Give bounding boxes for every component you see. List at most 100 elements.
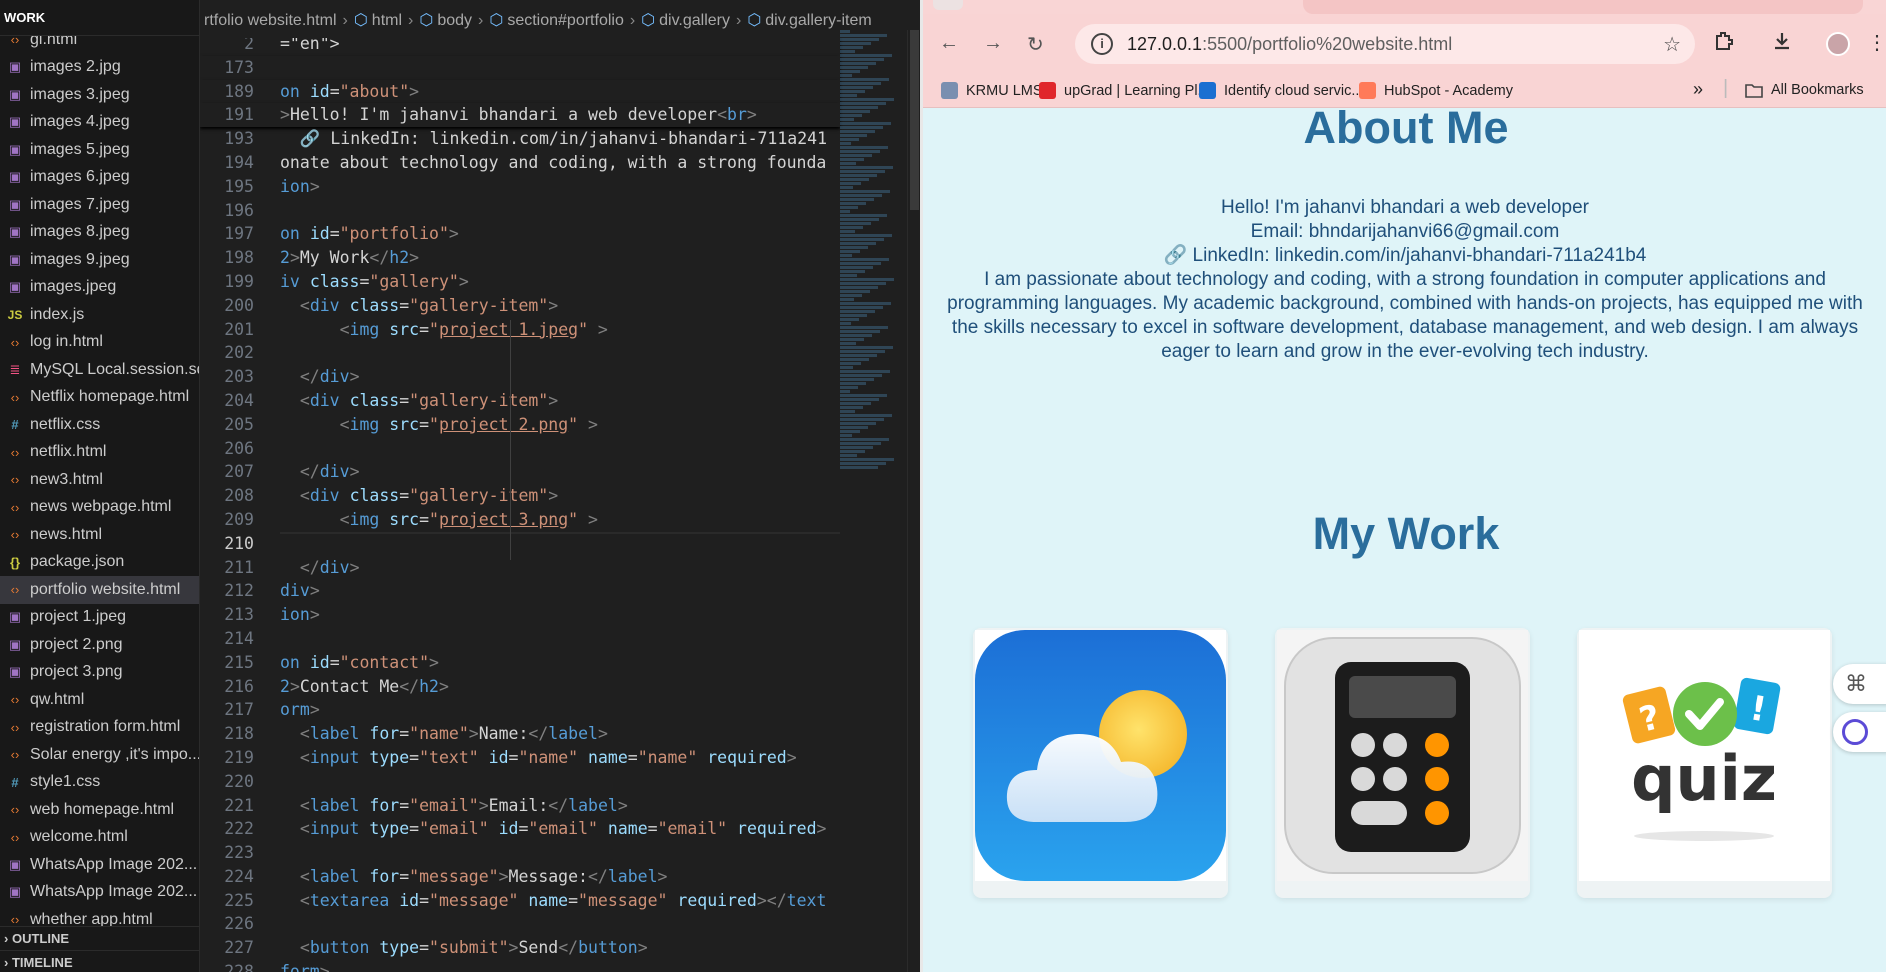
- menu-dots-icon[interactable]: ⋮: [1867, 30, 1886, 55]
- code-line[interactable]: 221 <label for="email">Email:</label>: [200, 794, 840, 818]
- file-item[interactable]: ▣ WhatsApp Image 202...: [0, 851, 199, 879]
- file-item[interactable]: ▣ project 1.jpeg: [0, 604, 199, 632]
- bookmark-item[interactable]: HubSpot - Academy: [1359, 82, 1513, 99]
- code-line[interactable]: 208 <div class="gallery-item">: [200, 484, 840, 508]
- code-line[interactable]: 224 <label for="message">Message:</label…: [200, 865, 840, 889]
- file-item[interactable]: ▣ images 6.jpeg: [0, 164, 199, 192]
- minimap[interactable]: [840, 30, 910, 500]
- all-bookmarks[interactable]: All Bookmarks: [1745, 82, 1864, 98]
- file-item[interactable]: ▣ images 8.jpeg: [0, 219, 199, 247]
- file-item[interactable]: ‹› qw.html: [0, 686, 199, 714]
- extensions-icon[interactable]: [1713, 30, 1735, 58]
- code-line[interactable]: 198 2>My Work</h2>: [200, 246, 840, 270]
- breadcrumb-item[interactable]: body: [437, 12, 472, 29]
- code-line[interactable]: 225 <textarea id="message" name="message…: [200, 889, 840, 913]
- download-icon[interactable]: [1771, 30, 1793, 58]
- code-line[interactable]: 191 >Hello! I'm jahanvi bhandari a web de…: [200, 103, 840, 128]
- code-line[interactable]: 202: [200, 341, 840, 365]
- breadcrumb-item[interactable]: div.gallery-item: [765, 12, 871, 29]
- code-line[interactable]: 173: [200, 55, 840, 80]
- file-item[interactable]: ‹› new3.html: [0, 466, 199, 494]
- bookmark-item[interactable]: Identify cloud servic...: [1199, 82, 1363, 99]
- file-item[interactable]: ▣ images 5.jpeg: [0, 136, 199, 164]
- back-arrow-icon[interactable]: ←: [939, 32, 959, 55]
- file-item[interactable]: ‹› news webpage.html: [0, 494, 199, 522]
- breadcrumb-item[interactable]: rtfolio website.html: [204, 12, 337, 29]
- file-item[interactable]: ‹› portfolio website.html: [0, 576, 199, 604]
- file-item[interactable]: ‹› log in.html: [0, 329, 199, 357]
- code-line[interactable]: 220: [200, 770, 840, 794]
- code-line[interactable]: 206: [200, 437, 840, 461]
- code-line[interactable]: 195 ion>: [200, 175, 840, 199]
- code-line[interactable]: 212 div>: [200, 579, 840, 603]
- explorer-header[interactable]: WORK: [0, 0, 199, 36]
- file-item[interactable]: ‹› Solar energy ,it's impo...: [0, 741, 199, 769]
- code-line[interactable]: 201 <img src="project 1.jpeg" >: [200, 318, 840, 342]
- more-bookmarks-icon[interactable]: »: [1693, 79, 1703, 100]
- code-line[interactable]: 196: [200, 199, 840, 223]
- file-item[interactable]: ‹› web homepage.html: [0, 796, 199, 824]
- file-item[interactable]: ▣ images.jpeg: [0, 274, 199, 302]
- file-item[interactable]: ▣ project 3.png: [0, 659, 199, 687]
- file-item[interactable]: ▣ images 7.jpeg: [0, 191, 199, 219]
- file-item[interactable]: ▣ images 9.jpeg: [0, 246, 199, 274]
- file-item[interactable]: ‹› Netflix homepage.html: [0, 384, 199, 412]
- file-item[interactable]: ‹› netflix.html: [0, 439, 199, 467]
- bookmark-star-icon[interactable]: ☆: [1663, 32, 1681, 57]
- address-bar[interactable]: i 127.0.0.1:5500/portfolio%20website.htm…: [1075, 24, 1695, 64]
- code-line[interactable]: 228 form>: [200, 960, 840, 972]
- editor-scrollbar[interactable]: [907, 30, 920, 972]
- code-line[interactable]: 193 🔗 LinkedIn: linkedin.com/in/jahanvi-…: [200, 127, 840, 151]
- code-line[interactable]: 204 <div class="gallery-item">: [200, 389, 840, 413]
- tab-pinned[interactable]: [933, 0, 963, 10]
- file-item[interactable]: ‹› registration form.html: [0, 714, 199, 742]
- file-item[interactable]: ▣ project 2.png: [0, 631, 199, 659]
- code-line[interactable]: 213 ion>: [200, 603, 840, 627]
- site-info-icon[interactable]: i: [1091, 33, 1113, 55]
- breadcrumb-item[interactable]: html: [372, 12, 402, 29]
- reload-icon[interactable]: ↻: [1027, 32, 1044, 57]
- code-line[interactable]: 222 <input type="email" id="email" name=…: [200, 817, 840, 841]
- code-editor[interactable]: 2 ="en"> 173 189 on id="about"> 191 >Hello! I'…: [200, 0, 920, 972]
- file-item[interactable]: ▣ images 4.jpeg: [0, 109, 199, 137]
- code-line[interactable]: 203 </div>: [200, 365, 840, 389]
- file-item[interactable]: ▣ images 3.jpeg: [0, 81, 199, 109]
- breadcrumb[interactable]: rtfolio website.html › ⬡ html › ⬡ body › ⬡ sectio…: [200, 0, 920, 38]
- code-line[interactable]: 189 on id="about">: [200, 79, 840, 104]
- file-item[interactable]: # style1.css: [0, 769, 199, 797]
- code-line[interactable]: 194 onate about technology and coding, wi…: [200, 151, 840, 175]
- code-lines[interactable]: 2 ="en"> 173 189 on id="about"> 191 >Hello! I'…: [200, 32, 840, 972]
- code-line[interactable]: 207 </div>: [200, 460, 840, 484]
- code-line[interactable]: 205 <img src="project 2.png" >: [200, 413, 840, 437]
- file-item[interactable]: {} package.json: [0, 549, 199, 577]
- bookmark-item[interactable]: KRMU LMS: [941, 82, 1043, 99]
- code-line[interactable]: 218 <label for="name">Name:</label>: [200, 722, 840, 746]
- code-line[interactable]: 215 on id="contact">: [200, 651, 840, 675]
- file-item[interactable]: ≣ MySQL Local.session.sql: [0, 356, 199, 384]
- outline-section[interactable]: › OUTLINE: [0, 926, 199, 950]
- code-line[interactable]: 216 2>Contact Me</h2>: [200, 675, 840, 699]
- file-item[interactable]: # netflix.css: [0, 411, 199, 439]
- forward-arrow-icon[interactable]: →: [983, 32, 1003, 55]
- side-panel-button[interactable]: ⌘: [1833, 664, 1886, 704]
- file-item[interactable]: JS index.js: [0, 301, 199, 329]
- file-item[interactable]: ‹› welcome.html: [0, 824, 199, 852]
- code-line[interactable]: 199 iv class="gallery">: [200, 270, 840, 294]
- profile-avatar[interactable]: [1826, 32, 1850, 56]
- assistant-button[interactable]: [1833, 712, 1886, 752]
- bookmark-item[interactable]: upGrad | Learning Pl...: [1039, 82, 1210, 99]
- code-line[interactable]: 223: [200, 841, 840, 865]
- code-line[interactable]: 226: [200, 912, 840, 936]
- code-line[interactable]: 227 <button type="submit">Send</button>: [200, 936, 840, 960]
- file-item[interactable]: ‹› news.html: [0, 521, 199, 549]
- file-item[interactable]: ▣ WhatsApp Image 202...: [0, 879, 199, 907]
- file-item[interactable]: ▣ images 2.jpg: [0, 54, 199, 82]
- code-line[interactable]: 210: [200, 531, 840, 556]
- code-line[interactable]: 209 <img src="project 3.png" >: [200, 508, 840, 532]
- code-line[interactable]: 197 on id="portfolio">: [200, 222, 840, 246]
- tab-active[interactable]: [1303, 0, 1863, 14]
- code-line[interactable]: 217 orm>: [200, 698, 840, 722]
- code-line[interactable]: 200 <div class="gallery-item">: [200, 294, 840, 318]
- code-line[interactable]: 211 </div>: [200, 556, 840, 580]
- breadcrumb-item[interactable]: div.gallery: [659, 12, 730, 29]
